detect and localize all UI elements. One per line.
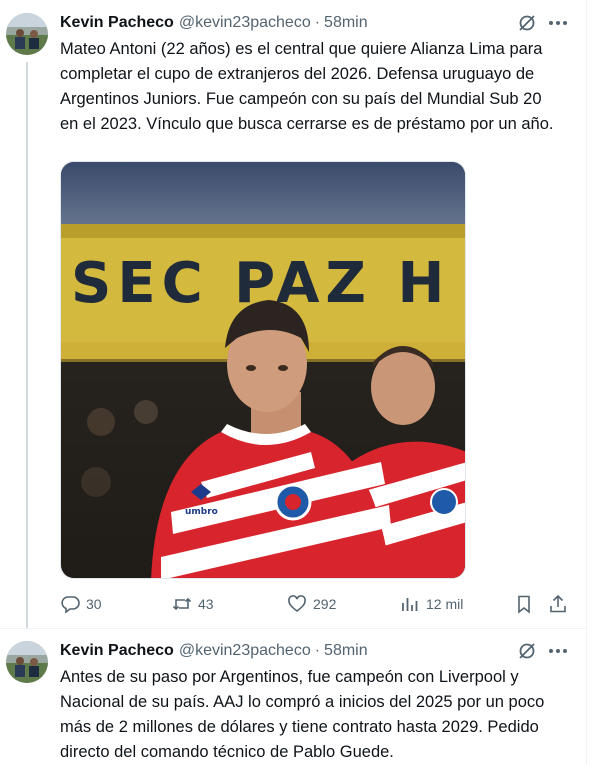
avatar[interactable] — [6, 641, 48, 683]
views-count: 12 mil — [426, 596, 464, 612]
thread-connector-line — [26, 62, 28, 628]
timeline-border — [586, 0, 587, 765]
reply-icon — [61, 596, 80, 614]
grok-icon[interactable] — [517, 641, 537, 661]
separator-dot: · — [314, 642, 321, 659]
tweet-text: Mateo Antoni (22 años) es el central que… — [60, 40, 554, 133]
tweet[interactable]: Kevin Pacheco @kevin23pacheco · 58min An… — [0, 628, 586, 765]
grok-icon[interactable] — [517, 13, 537, 33]
bookmark-button[interactable] — [514, 592, 540, 616]
views-icon — [402, 598, 418, 611]
tweet-actions: 30 43 292 12 mil — [60, 592, 570, 616]
like-count: 292 — [313, 596, 337, 612]
repost-icon — [172, 597, 192, 611]
reply-button[interactable]: 30 — [60, 592, 102, 616]
reply-count: 30 — [86, 596, 102, 612]
separator-dot: · — [314, 14, 321, 31]
share-icon — [550, 594, 566, 613]
author-handle[interactable]: @kevin23pacheco — [179, 14, 311, 32]
more-icon[interactable] — [547, 13, 569, 33]
views-button[interactable]: 12 mil — [400, 592, 463, 616]
kit-brand-logo: umbro — [185, 507, 218, 517]
avatar[interactable] — [6, 13, 48, 55]
tweet[interactable]: Kevin Pacheco @kevin23pacheco · 58min Ma… — [0, 0, 586, 628]
like-button[interactable]: 292 — [287, 592, 336, 616]
repost-count: 43 — [198, 596, 214, 612]
author-name[interactable]: Kevin Pacheco — [60, 642, 174, 660]
like-icon — [288, 595, 306, 613]
tweet-text: Antes de su paso por Argentinos, fue cam… — [60, 668, 545, 761]
tweet-header: Kevin Pacheco @kevin23pacheco · 58min — [60, 640, 368, 662]
tweet-header: Kevin Pacheco @kevin23pacheco · 58min — [60, 12, 368, 34]
share-button[interactable] — [548, 592, 574, 616]
bookmark-icon — [518, 595, 530, 614]
timestamp[interactable]: 58min — [324, 14, 368, 32]
repost-button[interactable]: 43 — [172, 592, 214, 616]
timestamp[interactable]: 58min — [324, 642, 368, 660]
author-handle[interactable]: @kevin23pacheco — [179, 642, 311, 660]
tweet-photo[interactable]: SEC PAZ H umbro — [60, 161, 466, 579]
author-name[interactable]: Kevin Pacheco — [60, 14, 174, 32]
more-icon[interactable] — [547, 641, 569, 661]
